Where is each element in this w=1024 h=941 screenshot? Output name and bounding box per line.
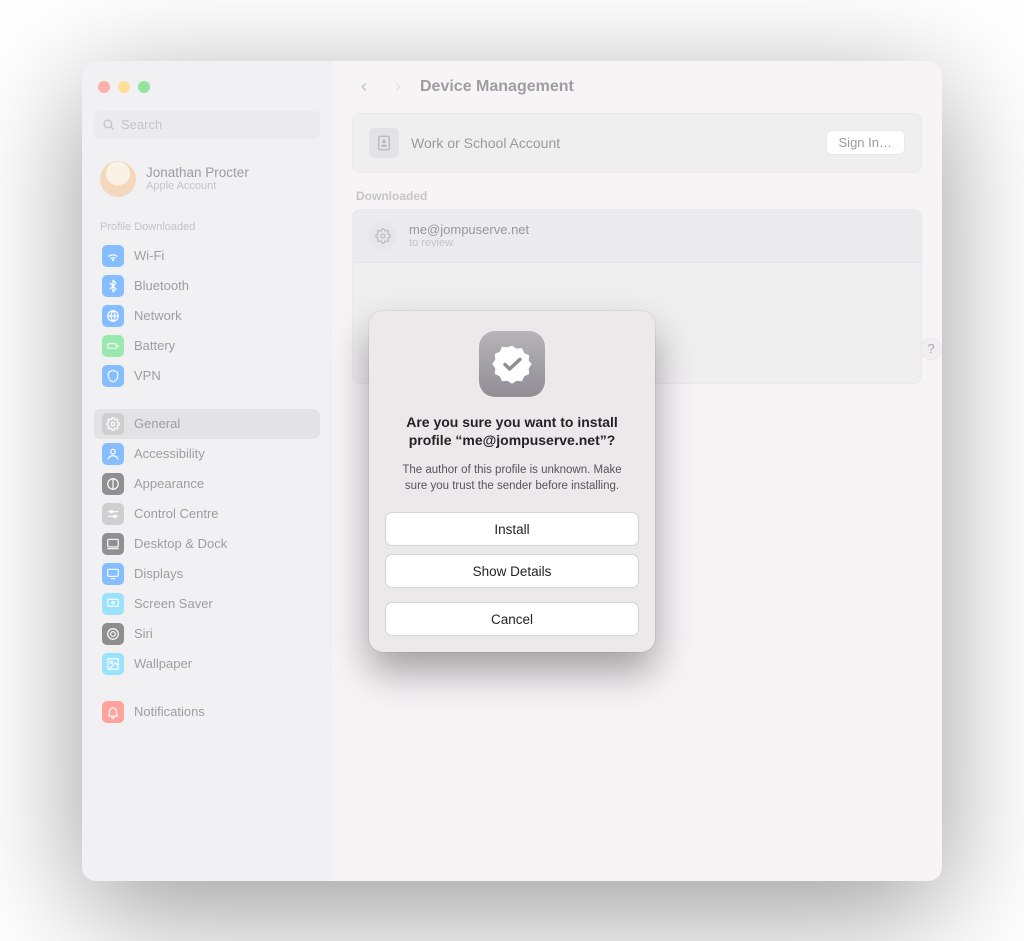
show-details-button[interactable]: Show Details (385, 554, 639, 588)
sidebar-item-desktop-dock[interactable]: Desktop & Dock (94, 529, 320, 559)
dock-icon (102, 533, 124, 555)
account-sub: Apple Account (146, 180, 249, 192)
person-icon (102, 443, 124, 465)
help-button[interactable]: ? (920, 338, 942, 360)
profile-title: me@jompuserve.net (409, 222, 529, 237)
nav-back-button[interactable] (352, 75, 376, 99)
shield-icon (102, 365, 124, 387)
sidebar: Search Jonathan Procter Apple Account Pr… (82, 61, 332, 881)
system-settings-window: Search Jonathan Procter Apple Account Pr… (82, 61, 942, 881)
sliders-icon (102, 503, 124, 525)
sidebar-item-label: Displays (134, 566, 183, 581)
install-profile-dialog: Are you sure you want to install profile… (369, 311, 655, 653)
avatar (100, 161, 136, 197)
window-controls (94, 77, 320, 107)
sidebar-item-control-centre[interactable]: Control Centre (94, 499, 320, 529)
profile-row[interactable]: me@jompuserve.net to review. (353, 210, 921, 263)
sidebar-item-label: Siri (134, 626, 153, 641)
install-button[interactable]: Install (385, 512, 639, 546)
bluetooth-icon (102, 275, 124, 297)
wallpaper-icon (102, 653, 124, 675)
sidebar-item-siri[interactable]: Siri (94, 619, 320, 649)
sidebar-item-battery[interactable]: Battery (94, 331, 320, 361)
sidebar-item-label: Accessibility (134, 446, 205, 461)
work-school-card: Work or School Account Sign In… (352, 113, 922, 173)
dialog-subtitle: The author of this profile is unknown. M… (385, 462, 639, 494)
titlebar: Device Management (332, 61, 942, 113)
sidebar-item-label: Notifications (134, 704, 205, 719)
globe-icon (102, 305, 124, 327)
verified-badge-icon (491, 343, 533, 385)
sidebar-item-network[interactable]: Network (94, 301, 320, 331)
gear-icon (102, 413, 124, 435)
sidebar-item-label: Control Centre (134, 506, 219, 521)
sidebar-item-appearance[interactable]: Appearance (94, 469, 320, 499)
badge-id-icon (369, 128, 399, 158)
profile-gear-icon (369, 222, 397, 250)
sidebar-item-bluetooth[interactable]: Bluetooth (94, 271, 320, 301)
close-window-button[interactable] (98, 81, 110, 93)
display-icon (102, 563, 124, 585)
sidebar-item-displays[interactable]: Displays (94, 559, 320, 589)
sign-in-button[interactable]: Sign In… (826, 130, 905, 155)
sidebar-item-label: Wallpaper (134, 656, 192, 671)
sidebar-item-wi-fi[interactable]: Wi-Fi (94, 241, 320, 271)
bell-icon (102, 701, 124, 723)
sidebar-item-label: VPN (134, 368, 161, 383)
account-name: Jonathan Procter (146, 165, 249, 180)
appearance-icon (102, 473, 124, 495)
dialog-title: Are you sure you want to install profile… (385, 409, 639, 451)
fullscreen-window-button[interactable] (138, 81, 150, 93)
sidebar-item-accessibility[interactable]: Accessibility (94, 439, 320, 469)
apple-account-row[interactable]: Jonathan Procter Apple Account (94, 155, 320, 211)
search-placeholder: Search (121, 117, 162, 132)
sidebar-item-label: Screen Saver (134, 596, 213, 611)
sidebar-item-wallpaper[interactable]: Wallpaper (94, 649, 320, 679)
sidebar-item-label: Desktop & Dock (134, 536, 227, 551)
chevron-left-icon (357, 80, 371, 94)
sidebar-item-notifications[interactable]: Notifications (94, 697, 320, 727)
profile-sub: to review. (409, 237, 529, 249)
sidebar-item-vpn[interactable]: VPN (94, 361, 320, 391)
sidebar-item-label: Wi-Fi (134, 248, 164, 263)
sidebar-section-label: Profile Downloaded (94, 215, 320, 237)
downloaded-header: Downloaded (352, 189, 922, 209)
search-input[interactable]: Search (94, 111, 320, 139)
chevron-right-icon (391, 80, 405, 94)
cancel-button[interactable]: Cancel (385, 602, 639, 636)
sidebar-item-label: General (134, 416, 180, 431)
sidebar-item-screen-saver[interactable]: Screen Saver (94, 589, 320, 619)
wifi-icon (102, 245, 124, 267)
screensaver-icon (102, 593, 124, 615)
sidebar-item-label: Battery (134, 338, 175, 353)
search-icon (102, 118, 115, 131)
sidebar-item-label: Network (134, 308, 182, 323)
siri-icon (102, 623, 124, 645)
battery-icon (102, 335, 124, 357)
work-school-label: Work or School Account (411, 135, 560, 151)
sidebar-item-label: Bluetooth (134, 278, 189, 293)
minimize-window-button[interactable] (118, 81, 130, 93)
sidebar-item-label: Appearance (134, 476, 204, 491)
page-title: Device Management (420, 78, 574, 96)
profile-app-icon (479, 331, 545, 397)
sidebar-item-general[interactable]: General (94, 409, 320, 439)
nav-forward-button[interactable] (386, 75, 410, 99)
